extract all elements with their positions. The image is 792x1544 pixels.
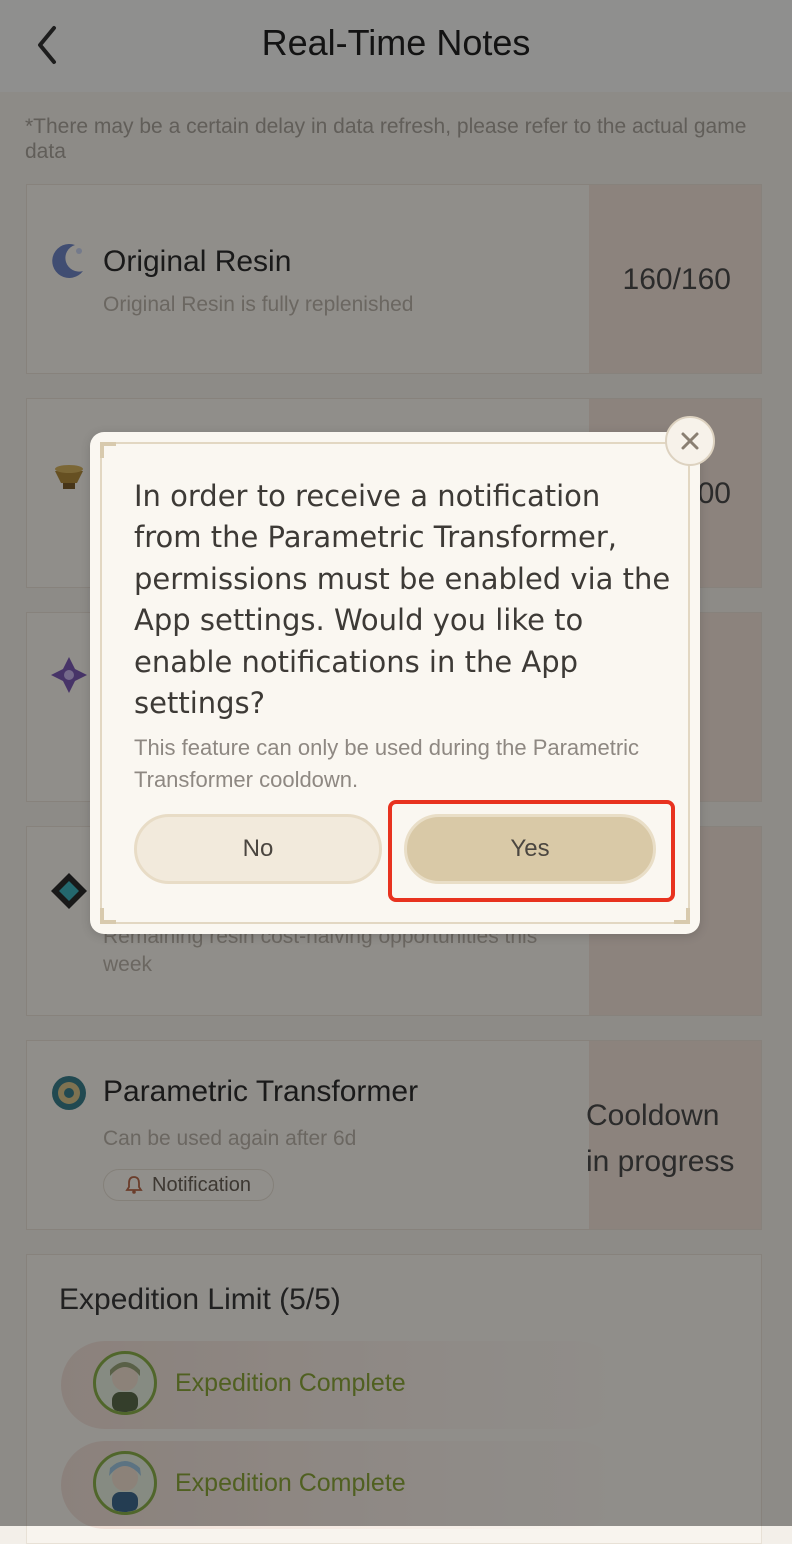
- highlight-box: [388, 800, 675, 902]
- corner-ornament-icon: [674, 908, 690, 924]
- dialog-note: This feature can only be used during the…: [134, 735, 640, 792]
- close-button[interactable]: [665, 416, 715, 466]
- notification-permission-dialog: In order to receive a notification from …: [90, 416, 715, 934]
- no-button[interactable]: No: [134, 814, 382, 884]
- close-icon: [681, 432, 699, 450]
- dialog-message: In order to receive a notification from …: [134, 479, 671, 721]
- corner-ornament-icon: [100, 442, 116, 458]
- page: Real-Time Notes *There may be a certain …: [0, 0, 792, 1544]
- corner-ornament-icon: [100, 908, 116, 924]
